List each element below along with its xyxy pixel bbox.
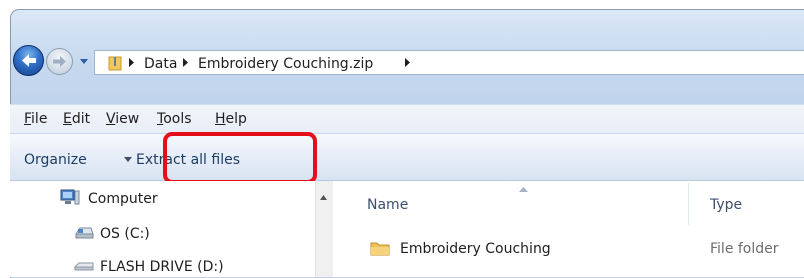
forward-button[interactable] [46,48,73,75]
breadcrumb-separator-icon[interactable] [182,57,189,68]
breadcrumb-zip[interactable]: Embroidery Couching.zip [198,54,373,74]
breadcrumb-separator-icon[interactable] [404,57,411,68]
chevron-down-icon [124,157,132,162]
arrow-right-icon [53,56,66,67]
menu-edit[interactable]: Edit [63,110,90,128]
breadcrumb-data[interactable]: Data [144,54,177,74]
menu-file[interactable]: File [24,110,47,128]
back-button[interactable] [13,45,44,76]
folder-icon [370,242,390,256]
organize-button[interactable]: Organize [24,150,87,170]
sort-ascending-icon [519,187,528,192]
nav-item-computer[interactable]: Computer [88,190,158,208]
arrow-left-icon [22,54,36,67]
drive-icon [75,227,94,239]
column-header-type[interactable]: Type [710,195,742,215]
file-name[interactable]: Embroidery Couching [400,239,551,259]
computer-icon [60,189,80,205]
zip-folder-icon [108,56,122,71]
menu-tools[interactable]: Tools [157,110,192,128]
file-type: File folder [710,241,779,257]
column-divider[interactable] [688,183,689,225]
usb-drive-icon [74,262,94,271]
scroll-up-arrow-icon[interactable] [320,195,327,200]
breadcrumb-separator-icon[interactable] [128,57,135,68]
nav-item-flash-drive[interactable]: FLASH DRIVE (D:) [100,258,224,276]
menu-view[interactable]: View [106,110,139,128]
menu-help[interactable]: Help [215,110,247,128]
column-header-name[interactable]: Name [367,195,408,215]
chevron-down-icon[interactable] [78,54,90,68]
nav-item-os-c[interactable]: OS (C:) [100,225,150,243]
annotation-highlight-box [163,132,317,184]
